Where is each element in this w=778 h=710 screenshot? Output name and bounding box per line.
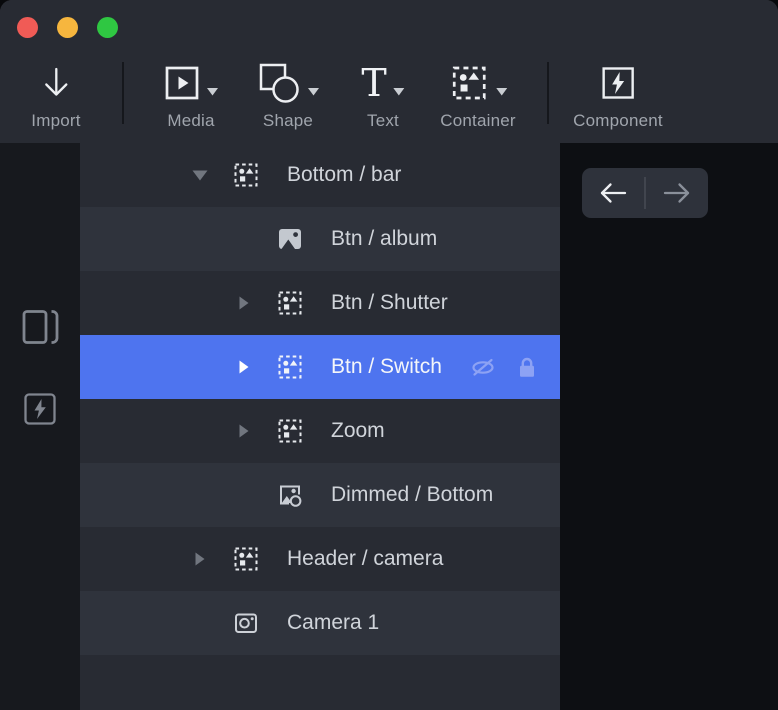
chevron-collapsed-icon[interactable] [234,296,254,310]
history-controls [582,168,708,218]
container-layer-icon [232,545,260,573]
undo-back-button[interactable] [582,168,644,218]
media-icon [164,65,200,101]
chevron-expanded-icon[interactable] [190,170,210,181]
close-window-button[interactable] [17,17,38,38]
chevron-down-icon [308,88,319,96]
preview-panels-button[interactable] [0,299,80,355]
layer-panel: Bottom / bar Btn / album Btn / Shutter B… [80,143,560,710]
visibility-off-icon[interactable] [470,356,496,378]
left-rail [0,143,80,710]
import-label: Import [31,111,81,130]
chevron-down-icon [393,88,405,96]
component-panel-button[interactable] [0,381,80,437]
container-layer-icon [276,417,304,445]
layer-row-zoom[interactable]: Zoom [80,399,560,463]
titlebar [0,0,778,56]
preview-panels-icon [20,308,60,346]
media-label: Media [167,111,215,130]
shape-button[interactable]: Shape [257,60,319,131]
layer-row-bottom-bar[interactable]: Bottom / bar [80,143,560,207]
import-arrow-icon [39,60,73,106]
container-layer-icon [276,289,304,317]
layer-label: Camera 1 [287,611,380,634]
chevron-collapsed-icon[interactable] [190,552,210,566]
text-icon: T [361,61,387,105]
camera-layer-icon [232,609,260,637]
container-layer-icon [232,161,260,189]
component-icon [600,60,636,106]
container-label: Container [440,111,516,130]
layer-row-camera-1[interactable]: Camera 1 [80,591,560,655]
layer-row-header-camera[interactable]: Header / camera [80,527,560,591]
toolbar-divider [547,62,549,124]
chevron-collapsed-icon[interactable] [234,360,254,374]
container-layer-icon [276,353,304,381]
shape-icon [257,61,301,105]
layer-row-btn-switch[interactable]: Btn / Switch [80,335,560,399]
layer-label: Zoom [331,419,385,442]
toolbar: Import Media Shape T Text Container Comp… [0,56,778,143]
layer-label: Header / camera [287,547,444,570]
layer-label: Dimmed / Bottom [331,483,494,506]
toolbar-divider [122,62,124,124]
chevron-collapsed-icon[interactable] [234,424,254,438]
image-mask-layer-icon [276,481,304,509]
minimize-window-button[interactable] [57,17,78,38]
layer-row-btn-album[interactable]: Btn / album [80,207,560,271]
layer-label: Btn / Switch [331,355,442,378]
app-window: Import Media Shape T Text Container Comp… [0,0,778,710]
text-button[interactable]: T Text [361,60,405,131]
chevron-down-icon [495,88,507,96]
media-button[interactable]: Media [164,60,218,131]
layer-label: Btn / album [331,227,438,250]
component-label: Component [573,111,663,130]
component-button[interactable]: Component [573,60,663,131]
layer-label: Bottom / bar [287,163,402,186]
container-icon [449,63,489,103]
fullscreen-window-button[interactable] [97,17,118,38]
redo-forward-button[interactable] [646,168,708,218]
layer-label: Btn / Shutter [331,291,448,314]
import-button[interactable]: Import [31,60,80,131]
canvas-void [560,143,778,710]
component-panel-icon [23,392,57,426]
layer-row-dimmed-bottom[interactable]: Dimmed / Bottom [80,463,560,527]
container-button[interactable]: Container [440,60,516,131]
image-layer-icon [276,225,304,253]
shape-label: Shape [262,111,314,130]
text-label: Text [367,111,399,130]
arrow-right-icon [661,181,693,205]
layer-row-btn-shutter[interactable]: Btn / Shutter [80,271,560,335]
arrow-left-icon [597,181,629,205]
lock-icon[interactable] [516,355,538,380]
chevron-down-icon [207,88,218,96]
